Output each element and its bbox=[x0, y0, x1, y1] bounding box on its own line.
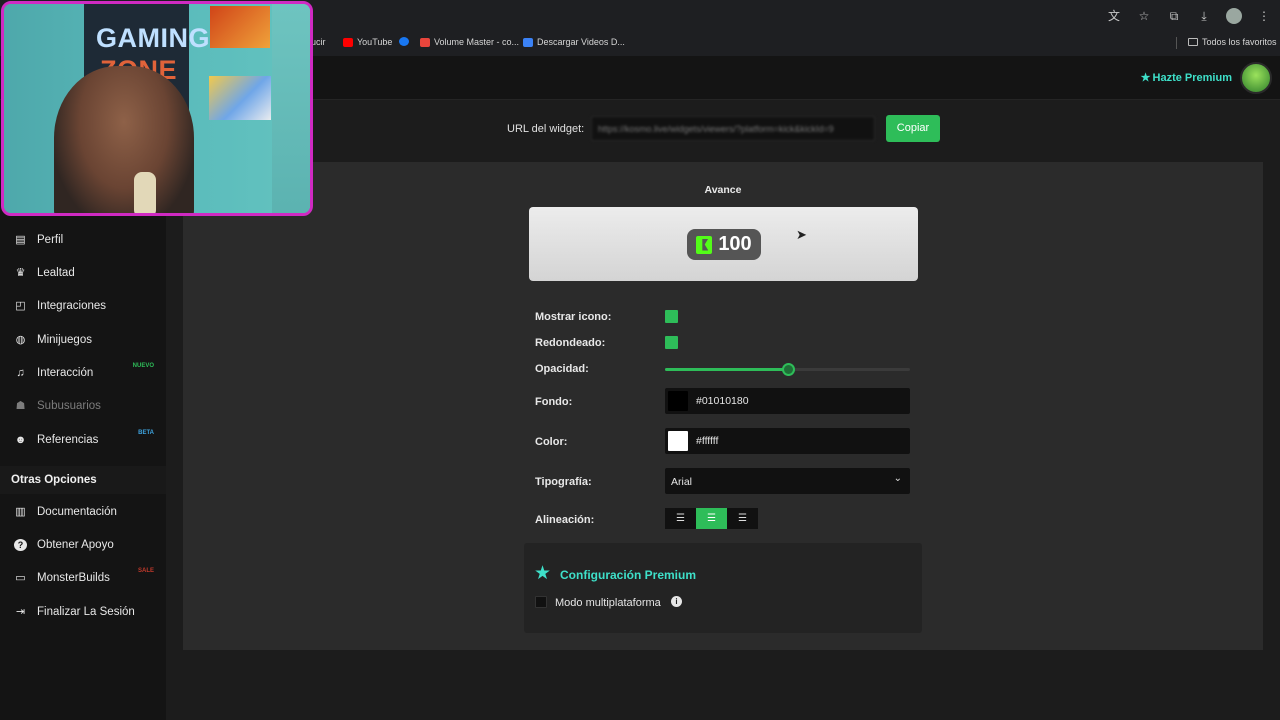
trophy-icon: ♛ bbox=[15, 267, 26, 279]
info-icon[interactable]: i bbox=[671, 596, 682, 607]
rounded-label: Redondeado: bbox=[535, 337, 606, 349]
profile-icon[interactable] bbox=[1226, 8, 1242, 24]
volume-master-icon bbox=[420, 37, 430, 47]
background-swatch[interactable] bbox=[668, 391, 688, 411]
preview-value: 100 bbox=[718, 233, 752, 255]
viewer-count-pill: 100 bbox=[687, 229, 761, 260]
multiplatform-checkbox[interactable] bbox=[535, 596, 547, 608]
sidebar-item-subusuarios[interactable]: ☗ Subusuarios bbox=[14, 400, 164, 412]
text-color-field[interactable]: #ffffff bbox=[665, 428, 910, 454]
kick-logo-icon bbox=[696, 235, 713, 254]
text-color-swatch[interactable] bbox=[668, 431, 688, 451]
webcam-overlay: GAMING ZONE bbox=[1, 1, 313, 216]
sidebar-item-finalizar-sesion[interactable]: ⇥ Finalizar La Sesión bbox=[14, 606, 164, 618]
sidebar-item-interaccion[interactable]: ♫ Interacción NUEVO bbox=[14, 363, 164, 379]
star-icon: ★ bbox=[1140, 72, 1151, 84]
premium-settings-box: ★ Configuración Premium Modo multiplataf… bbox=[524, 543, 922, 633]
sidebar-item-obtener-apoyo[interactable]: ? Obtener Apoyo bbox=[14, 539, 164, 551]
typography-label: Tipografía: bbox=[535, 476, 592, 488]
translate-icon[interactable]: 文 bbox=[1106, 8, 1122, 24]
star-icon: ★ bbox=[534, 563, 552, 584]
browser-toolbar-icons: 文 ☆ ⧉ ⤓ ⋮ bbox=[1106, 8, 1272, 24]
sidebar-item-documentacion[interactable]: ▥ Documentación bbox=[14, 506, 164, 518]
laptop-icon: ▭ bbox=[15, 572, 26, 584]
multiplatform-label: Modo multiplataforma bbox=[555, 597, 661, 609]
sidebar-item-integraciones[interactable]: ◰ Integraciones bbox=[14, 300, 164, 312]
facebook-icon bbox=[399, 37, 409, 46]
alignment-label: Alineación: bbox=[535, 514, 595, 526]
logout-icon: ⇥ bbox=[15, 606, 26, 618]
chevron-down-icon: ⌄ bbox=[893, 473, 902, 484]
microphone bbox=[134, 172, 156, 213]
bookmark-facebook[interactable] bbox=[399, 37, 409, 46]
sidebar-item-perfil[interactable]: ▤ Perfil bbox=[14, 234, 164, 246]
alignment-buttons: ☰ ☰ ☰ bbox=[665, 508, 758, 529]
widget-url-row: URL del widget: https://kosmo.live/widge… bbox=[183, 100, 1263, 162]
align-center-button[interactable]: ☰ bbox=[696, 508, 727, 529]
opacity-slider[interactable] bbox=[665, 363, 910, 376]
music-icon: ♫ bbox=[16, 367, 25, 379]
opacity-slider-thumb[interactable] bbox=[781, 363, 795, 376]
opacity-label: Opacidad: bbox=[535, 363, 589, 375]
sidebar-item-monsterbuilds[interactable]: ▭ MonsterBuilds SALE bbox=[14, 568, 164, 584]
mouse-cursor-icon: ➤ bbox=[796, 227, 807, 242]
typography-select[interactable]: Arial ⌄ bbox=[665, 468, 910, 494]
folder-icon bbox=[1188, 38, 1198, 46]
plug-icon: ◰ bbox=[15, 300, 26, 312]
background-label: Fondo: bbox=[535, 396, 573, 408]
bookmark-descargar-videos[interactable]: Descargar Videos D... bbox=[523, 37, 625, 47]
color-label: Color: bbox=[535, 436, 568, 448]
new-badge: NUEVO bbox=[132, 363, 154, 369]
align-left-button[interactable]: ☰ bbox=[665, 508, 696, 529]
id-card-icon: ▤ bbox=[15, 234, 26, 246]
users-group-icon: ☗ bbox=[15, 400, 26, 412]
premium-link[interactable]: ★ Hazte Premium bbox=[1140, 71, 1232, 85]
menu-dots-icon[interactable]: ⋮ bbox=[1256, 8, 1272, 24]
download-video-icon bbox=[523, 37, 533, 47]
bookmark-youtube[interactable]: YouTube bbox=[343, 37, 392, 47]
premium-settings-title: Configuración Premium bbox=[560, 568, 697, 582]
sidebar-heading-otras-opciones: Otras Opciones bbox=[0, 466, 166, 494]
users-icon: ☻ bbox=[14, 434, 27, 446]
wall-art-1 bbox=[210, 6, 270, 48]
sidebar-item-referencias[interactable]: ☻ Referencias BETA bbox=[14, 430, 164, 446]
document-icon: ▥ bbox=[15, 506, 26, 518]
widget-preview: 100 bbox=[529, 207, 918, 281]
poster-text-gaming: GAMING bbox=[96, 23, 210, 53]
copy-button[interactable]: Copiar bbox=[886, 115, 940, 142]
background-color-field[interactable]: #01010180 bbox=[665, 388, 910, 414]
download-icon[interactable]: ⤓ bbox=[1196, 8, 1212, 24]
widget-settings-panel: Avance 100 ➤ Mostrar icono: Redondeado: … bbox=[183, 162, 1263, 650]
sale-badge: SALE bbox=[137, 568, 154, 574]
opacity-slider-fill bbox=[665, 368, 788, 371]
rounded-checkbox[interactable] bbox=[665, 336, 678, 349]
sidebar-item-lealtad[interactable]: ♛ Lealtad bbox=[14, 267, 164, 279]
show-icon-checkbox[interactable] bbox=[665, 310, 678, 323]
avatar[interactable] bbox=[1240, 62, 1272, 94]
star-icon[interactable]: ☆ bbox=[1136, 8, 1152, 24]
all-bookmarks[interactable]: Todos los favoritos bbox=[1188, 37, 1277, 47]
streamer bbox=[54, 66, 194, 213]
extensions-icon[interactable]: ⧉ bbox=[1166, 8, 1182, 24]
youtube-icon bbox=[343, 37, 353, 47]
webcam-right-wall bbox=[272, 4, 310, 213]
section-title: Avance bbox=[704, 184, 742, 196]
sidebar-item-minijuegos[interactable]: ◍ Minijuegos bbox=[14, 334, 164, 346]
question-icon: ? bbox=[14, 539, 27, 551]
beta-badge: BETA bbox=[138, 430, 154, 436]
align-right-button[interactable]: ☰ bbox=[727, 508, 758, 529]
show-icon-label: Mostrar icono: bbox=[535, 311, 612, 323]
bookmarks-divider bbox=[1176, 37, 1177, 49]
bookmark-volume-master[interactable]: Volume Master - co... bbox=[420, 37, 519, 47]
widget-url-label: URL del widget: bbox=[507, 123, 585, 135]
widget-url-field[interactable]: https://kosmo.live/widgets/viewers/?plat… bbox=[591, 116, 875, 141]
wall-art-2 bbox=[209, 76, 271, 120]
gamepad-icon: ◍ bbox=[15, 334, 26, 346]
